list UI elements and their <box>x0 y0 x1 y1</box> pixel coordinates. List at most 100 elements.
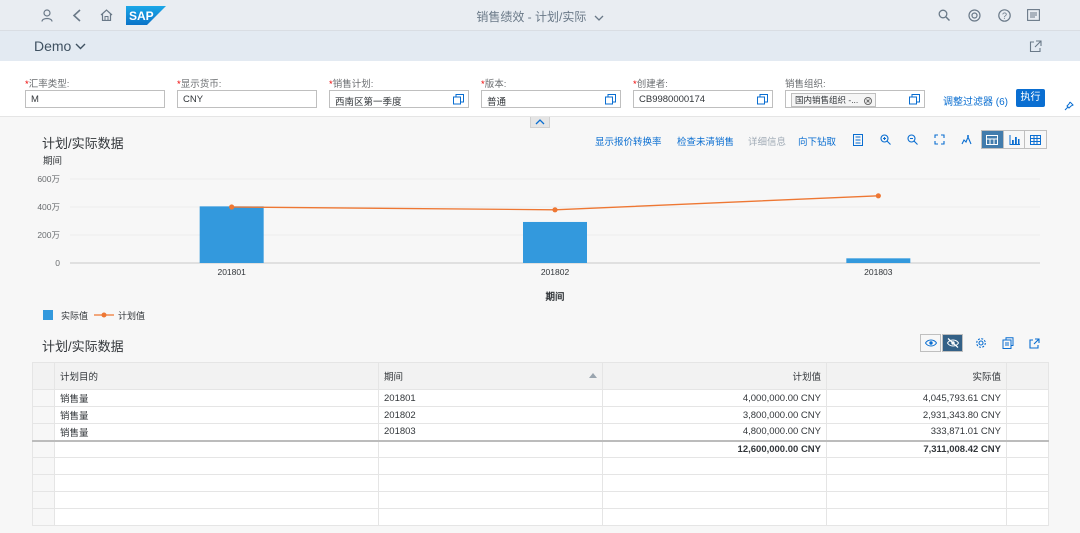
check-open-sales-link[interactable]: 检查未清销售 <box>677 134 734 148</box>
hide-details-button[interactable] <box>942 334 963 352</box>
row-selector-header[interactable] <box>32 362 55 390</box>
home-icon[interactable] <box>97 6 115 24</box>
field-label: 销售组织: <box>785 79 826 90</box>
share-icon[interactable] <box>1029 40 1042 56</box>
table-cell <box>826 457 1007 475</box>
pin-icon[interactable] <box>1064 101 1074 114</box>
title-chevron-down-icon[interactable] <box>594 11 604 25</box>
row-selector[interactable] <box>32 423 55 441</box>
table-cell: 4,800,000.00 CNY <box>602 423 827 441</box>
empty-row <box>32 508 1049 526</box>
table-cell <box>54 474 379 492</box>
details-link[interactable]: 详细信息 <box>748 134 786 148</box>
table-cell <box>602 474 827 492</box>
zoom-in-icon[interactable] <box>876 131 894 148</box>
table-cell <box>54 508 379 526</box>
adapt-filters-button[interactable]: 调整过滤器 (6) <box>943 93 1008 108</box>
legend-actual-label[interactable]: 实际值 <box>61 310 88 321</box>
value-help-icon[interactable] <box>909 94 920 105</box>
y-tick-label: 0 <box>55 258 60 268</box>
legend-toggle-icon[interactable] <box>849 131 867 148</box>
table-cell <box>602 491 827 509</box>
chart-title: 计划/实际数据 <box>42 136 124 151</box>
chart-and-table-view-button[interactable] <box>982 131 1004 148</box>
sap-logo[interactable]: SAP <box>126 6 166 25</box>
version-input[interactable]: 普通 <box>481 90 621 108</box>
column-header-actual-value[interactable]: 实际值 <box>826 362 1007 390</box>
table-row[interactable]: 销售量 201801 4,000,000.00 CNY 4,045,793.61… <box>32 389 1049 407</box>
table-cell: 4,000,000.00 CNY <box>602 389 827 407</box>
created-by-value: CB9980000174 <box>639 94 706 105</box>
table-header-row: 计划目的 期间 计划值 实际值 <box>32 362 1049 390</box>
sap-logo-text: SAP <box>129 9 154 23</box>
table-fullscreen-icon[interactable] <box>1024 334 1045 352</box>
sales-org-input[interactable]: 国内销售组织 -... <box>785 90 925 108</box>
table-total-row: 12,600,000.00 CNY 7,311,008.42 CNY <box>32 439 1049 458</box>
variant-title[interactable]: Demo <box>34 38 71 54</box>
column-header-plan-value[interactable]: 计划值 <box>602 362 827 390</box>
value-help-icon[interactable] <box>453 94 464 105</box>
drill-down-link[interactable]: 向下钻取 <box>798 134 836 148</box>
row-selector <box>32 491 55 509</box>
app-title[interactable]: 销售绩效 - 计划/实际 <box>476 10 586 24</box>
fullscreen-icon[interactable] <box>930 131 948 148</box>
sales-org-field: 销售组织: 国内销售组织 -... <box>785 76 925 108</box>
x-tick-label: 201802 <box>541 267 570 277</box>
collapse-header-button[interactable] <box>530 117 550 128</box>
table-row[interactable]: 销售量 201802 3,800,000.00 CNY 2,931,343.80… <box>32 406 1049 424</box>
sales-plan-input[interactable]: 西南区第一季度 <box>329 90 469 108</box>
settings-icon[interactable] <box>970 334 991 352</box>
table-cell <box>826 474 1007 492</box>
exchange-rate-type-field: *汇率类型: M <box>25 76 165 108</box>
zoom-out-icon[interactable] <box>903 131 921 148</box>
table-view-button[interactable] <box>1025 131 1046 148</box>
value-help-icon[interactable] <box>605 94 616 105</box>
show-quote-conversion-link[interactable]: 显示报价转换率 <box>595 134 662 148</box>
column-header-period[interactable]: 期间 <box>378 362 603 390</box>
value-help-icon[interactable] <box>757 94 768 105</box>
token-remove-icon[interactable] <box>863 96 872 105</box>
personalize-icon[interactable] <box>957 131 975 148</box>
legend-plan-label[interactable]: 计划值 <box>118 310 145 321</box>
me-area-icon[interactable] <box>1024 6 1042 24</box>
back-icon[interactable] <box>68 6 86 24</box>
row-selector <box>32 439 55 458</box>
sales-plan-field: *销售计划: 西南区第一季度 <box>329 76 469 108</box>
column-header-label: 期间 <box>384 372 404 383</box>
table-cell <box>54 491 379 509</box>
table-row[interactable]: 销售量 201803 4,800,000.00 CNY 333,871.01 C… <box>32 423 1049 441</box>
row-selector[interactable] <box>32 389 55 407</box>
search-icon[interactable] <box>935 6 953 24</box>
x-tick-label: 201801 <box>217 267 246 277</box>
field-label: 销售计划: <box>332 79 374 90</box>
table-cell <box>1006 423 1049 441</box>
y-tick-label: 200万 <box>37 230 60 240</box>
empty-row <box>32 457 1049 475</box>
display-currency-input[interactable]: CNY <box>177 90 317 108</box>
go-button[interactable]: 执行 <box>1016 89 1045 107</box>
table-cell: 201802 <box>378 406 603 424</box>
export-icon[interactable] <box>997 334 1018 352</box>
exchange-rate-type-input[interactable]: M <box>25 90 165 108</box>
line-point <box>875 193 881 199</box>
chart-view-button[interactable] <box>1004 131 1026 148</box>
row-selector[interactable] <box>32 406 55 424</box>
table-cell <box>378 474 603 492</box>
sales-org-token[interactable]: 国内销售组织 -... <box>791 93 876 107</box>
column-header-plan-purpose[interactable]: 计划目的 <box>54 362 379 390</box>
table-cell <box>1006 406 1049 424</box>
created-by-field: *创建者: CB9980000174 <box>633 76 773 108</box>
table-cell: 销售量 <box>54 389 379 407</box>
help-icon[interactable]: ? <box>995 6 1013 24</box>
line-series <box>229 193 881 213</box>
user-icon[interactable] <box>38 6 56 24</box>
total-plan-value: 12,600,000.00 CNY <box>602 439 827 458</box>
show-details-button[interactable] <box>920 334 941 352</box>
field-label: 显示货币: <box>180 79 222 90</box>
variant-chevron-down-icon[interactable] <box>75 42 86 53</box>
created-by-input[interactable]: CB9980000174 <box>633 90 773 108</box>
line-point <box>229 204 235 210</box>
notifications-icon[interactable] <box>965 6 983 24</box>
table-cell <box>1006 389 1049 407</box>
view-switch <box>981 130 1047 149</box>
